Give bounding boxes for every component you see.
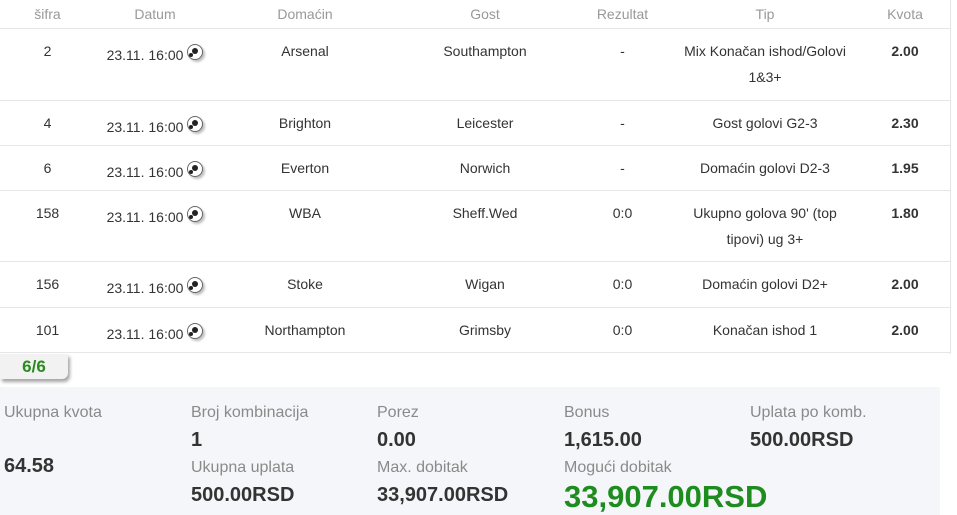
tax-label: Porez [377,404,419,421]
row-date: 23.11. 16:00 [106,326,184,342]
row-result: 0:0 [612,276,633,292]
row-away: Southampton [443,43,527,59]
row-result: - [620,160,625,176]
header-result: Rezultat [575,0,670,29]
row-date: 23.11. 16:00 [106,280,184,296]
soccer-ball-icon [187,277,204,293]
header-date: Datum [95,0,215,29]
soccer-ball-icon [187,323,204,339]
tax-value: 0.00 [377,429,416,451]
row-odds: 2.00 [891,322,919,338]
row-result: 0:0 [612,322,633,338]
header-code: šifra [0,0,95,29]
row-code: 101 [35,322,60,338]
row-away: Sheff.Wed [452,205,518,221]
row-code: 2 [43,43,52,59]
row-tip: Konačan ishod 1 [712,322,818,338]
header-tip: Tip [670,0,860,29]
table-row: 158 23.11. 16:00 WBA Sheff.Wed 0:0 Ukupn… [0,190,950,262]
table-row: 156 23.11. 16:00 Stoke Wigan 0:0 Domaćin… [0,261,950,308]
bet-ticket: šifra Datum Domaćin Gost Rezultat Tip Kv… [0,0,951,354]
row-tip: Domaćin golovi D2+ [702,276,828,292]
row-odds: 1.95 [891,160,919,176]
header-home: Domaćin [215,0,395,29]
table-row: 4 23.11. 16:00 Brighton Leicester - Gost… [0,100,950,146]
row-away: Norwich [459,160,511,176]
header-odds: Kvota [860,0,950,29]
match-count-badge: 6/6 [0,354,68,379]
row-home: Everton [280,160,330,176]
header-away: Gost [395,0,575,29]
row-away: Grimsby [458,322,512,338]
row-tip: Gost golovi G2-3 [712,115,818,131]
total-stake-label: Ukupna uplata [191,459,295,476]
row-home: WBA [289,205,321,221]
row-away: Leicester [456,115,514,131]
combinations-value: 1 [191,429,203,451]
possible-win-value: 33,907.00RSD [564,479,768,514]
soccer-ball-icon [187,161,204,177]
row-home: Stoke [287,276,323,292]
soccer-ball-icon [187,44,204,60]
row-home: Arsenal [281,43,329,59]
row-odds: 1.80 [891,205,919,221]
row-odds: 2.00 [891,276,919,292]
row-tip: Domaćin golovi D2-3 [700,160,830,176]
row-date: 23.11. 16:00 [106,47,184,63]
bonus-value: 1,615.00 [564,429,642,451]
row-code: 4 [43,115,52,131]
ticket-summary: Ukupna kvota 64.58 Broj kombinacija 1 Uk… [0,387,940,515]
stake-per-comb-label: Uplata po komb. [750,404,867,421]
row-odds: 2.30 [891,115,919,131]
row-code: 158 [35,205,60,221]
row-home: Northampton [264,322,346,338]
row-result: - [620,43,625,59]
soccer-ball-icon [187,116,204,132]
table-header-row: šifra Datum Domaćin Gost Rezultat Tip Kv… [0,0,950,29]
max-win-value: 33,907.00RSD [377,484,509,506]
row-date: 23.11. 16:00 [106,119,184,135]
soccer-ball-icon [187,206,204,222]
table-row: 101 23.11. 16:00 Northampton Grimsby 0:0… [0,307,950,353]
bonus-label: Bonus [564,404,610,421]
row-result: - [620,115,625,131]
row-date: 23.11. 16:00 [106,209,184,225]
row-result: 0:0 [612,205,633,221]
row-odds: 2.00 [891,43,919,59]
row-code: 6 [43,160,52,176]
bets-table: šifra Datum Domaćin Gost Rezultat Tip Kv… [0,0,950,353]
table-row: 6 23.11. 16:00 Everton Norwich - Domaćin… [0,145,950,191]
row-code: 156 [35,276,60,292]
stake-per-comb-value: 500.00RSD [750,429,854,451]
combinations-label: Broj kombinacija [191,404,309,421]
total-odds-value: 64.58 [4,455,55,477]
row-away: Wigan [465,276,505,292]
row-tip: Ukupno golova 90' (top tipovi) ug 3+ [693,205,837,247]
table-row: 2 23.11. 16:00 Arsenal Southampton - Mix… [0,28,950,101]
max-win-label: Max. dobitak [377,459,468,476]
row-tip: Mix Konačan ishod/Golovi 1&3+ [684,43,846,85]
possible-win-label: Mogući dobitak [564,459,672,476]
row-date: 23.11. 16:00 [106,164,184,180]
total-stake-value: 500.00RSD [191,484,295,506]
row-home: Brighton [278,115,332,131]
total-odds-label: Ukupna kvota [4,404,102,421]
